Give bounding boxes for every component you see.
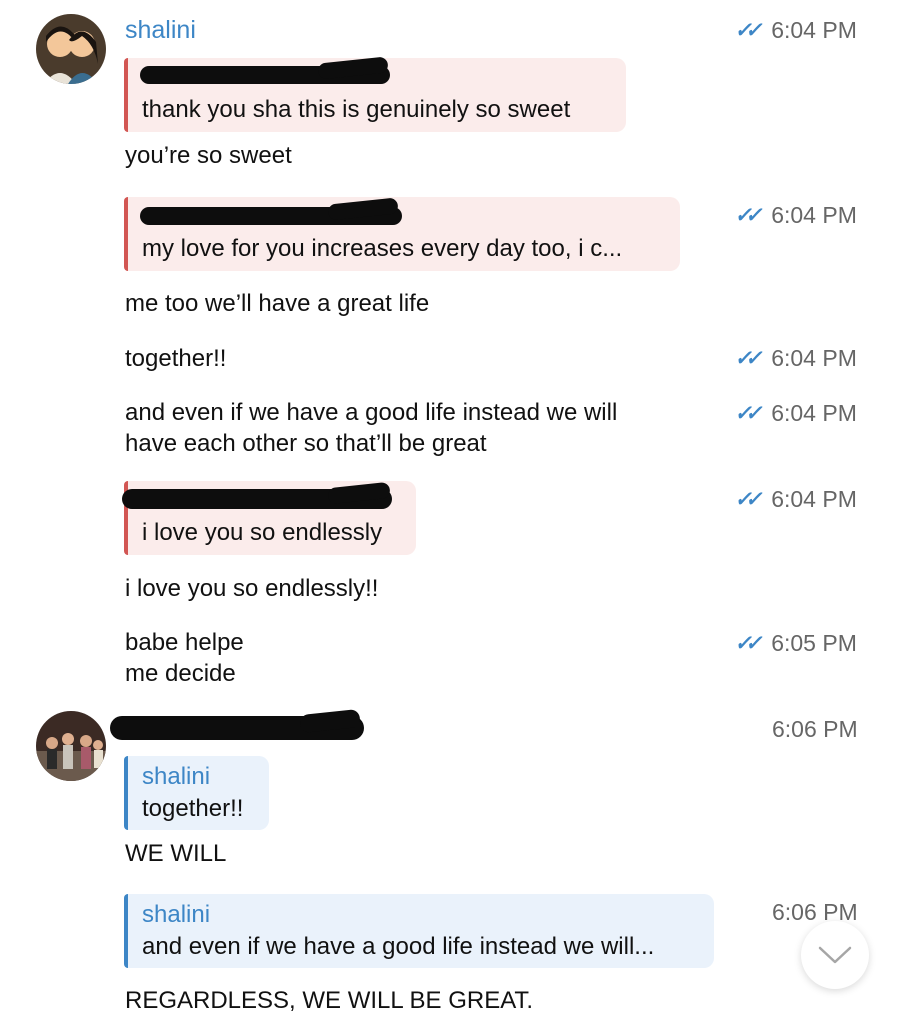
message-time: 6:06 PM xyxy=(772,716,858,743)
double-check-icon: ✓✓ xyxy=(733,347,760,370)
sender-name[interactable]: shalini xyxy=(125,16,196,45)
reply-quote-text: thank you sha this is genuinely so sweet xyxy=(142,96,571,123)
time-label: 6:04 PM xyxy=(771,486,857,512)
time-label: 6:04 PM xyxy=(771,202,857,228)
message-text: and even if we have a good life instead … xyxy=(125,397,617,459)
time-label: 6:04 PM xyxy=(771,400,857,426)
time-label: 6:06 PM xyxy=(772,716,858,742)
reply-quote[interactable]: i love you so endlessly xyxy=(122,481,416,555)
double-check-icon: ✓✓ xyxy=(733,402,760,425)
message-line: babe helpe xyxy=(125,629,244,656)
reply-quote-sender: shalini xyxy=(142,901,211,928)
message-time: ✓✓ 6:04 PM xyxy=(733,202,857,229)
reply-quote[interactable]: thank you sha this is genuinely so sweet xyxy=(124,56,626,132)
reply-quote[interactable]: my love for you increases every day too,… xyxy=(124,197,680,271)
scroll-to-bottom-button[interactable] xyxy=(801,921,869,989)
message-text: together!! xyxy=(125,345,227,372)
reply-quote[interactable]: shalini together!! xyxy=(124,756,269,830)
message-text: WE WILL xyxy=(125,840,227,867)
message-time: ✓✓ 6:04 PM xyxy=(733,486,857,513)
reply-quote-text: i love you so endlessly xyxy=(142,519,383,546)
message-line: and even if we have a good life instead … xyxy=(125,399,618,426)
time-label: 6:04 PM xyxy=(771,345,857,371)
message-text: REGARDLESS, WE WILL BE GREAT. xyxy=(125,987,534,1014)
chevron-down-icon xyxy=(818,946,852,964)
avatar-image xyxy=(36,14,106,84)
time-label: 6:04 PM xyxy=(771,17,857,43)
message-time: ✓✓ 6:04 PM xyxy=(733,17,857,44)
double-check-icon: ✓✓ xyxy=(733,204,760,227)
reply-quote-sender: shalini xyxy=(142,763,211,790)
message-text: you’re so sweet xyxy=(125,142,292,169)
reply-quote-text: my love for you increases every day too,… xyxy=(142,235,623,262)
reply-quote-text: and even if we have a good life instead … xyxy=(142,933,655,960)
double-check-icon: ✓✓ xyxy=(733,632,760,655)
double-check-icon: ✓✓ xyxy=(733,488,760,511)
avatar-image xyxy=(36,711,106,781)
message-text: i love you so endlessly!! xyxy=(125,575,379,602)
message-time: ✓✓ 6:04 PM xyxy=(733,345,857,372)
double-check-icon: ✓✓ xyxy=(733,19,760,42)
avatar-shalini[interactable] xyxy=(36,14,106,84)
time-label: 6:05 PM xyxy=(771,630,857,656)
message-line: have each other so that’ll be great xyxy=(125,430,487,457)
message-text: me too we’ll have a great life xyxy=(125,290,430,317)
reply-quote-text: together!! xyxy=(142,795,244,822)
message-time: ✓✓ 6:05 PM xyxy=(733,630,857,657)
message-text: babe helpe me decide xyxy=(125,627,244,689)
message-line: me decide xyxy=(125,660,236,687)
message-time: ✓✓ 6:04 PM xyxy=(733,400,857,427)
avatar-other-user[interactable] xyxy=(36,711,106,781)
reply-quote[interactable]: shalini and even if we have a good life … xyxy=(124,894,714,968)
